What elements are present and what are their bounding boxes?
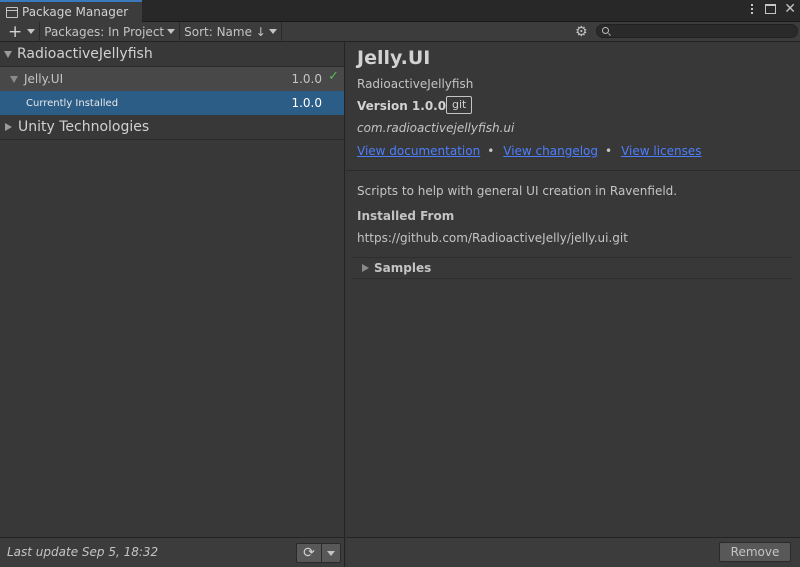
expand-arrow-icon[interactable] [10,75,18,83]
collapse-arrow-icon [362,264,369,272]
tab-title: Package Manager [22,5,129,19]
package-version-label: Version 1.0.0 [357,99,447,113]
samples-foldout[interactable]: Samples [353,257,791,279]
window-buttons: ✕ [747,2,796,16]
packages-filter-dropdown[interactable]: Packages: In Project [40,21,181,42]
sort-label: Sort: Name ↓ [184,24,266,39]
chevron-down-icon [27,29,36,34]
package-version: 1.0.0 [291,72,322,86]
search-icon [602,27,609,34]
link-separator: • [487,144,495,158]
gear-icon[interactable]: ⚙ [575,24,588,40]
package-title: Jelly.UI [357,47,431,69]
samples-label: Samples [374,261,432,275]
package-row-jelly-ui[interactable]: Jelly.UI 1.0.0 ✓ [0,67,344,91]
package-name: Jelly.UI [24,72,64,86]
kebab-menu-icon[interactable] [747,4,757,14]
link-separator: • [605,144,613,158]
refresh-dropdown-button[interactable] [322,543,341,563]
refresh-icon: ⟳ [303,545,315,561]
package-author: RadioactiveJellyfish [357,77,474,91]
window-titlebar: Package Manager ✕ [0,0,800,22]
group-name: RadioactiveJellyfish [17,46,153,62]
installed-label: Currently Installed [26,97,119,109]
view-changelog-link[interactable]: View changelog [503,144,598,158]
sort-dropdown[interactable]: Sort: Name ↓ [180,21,282,42]
remove-button[interactable]: Remove [719,542,791,562]
package-description: Scripts to help with general UI creation… [357,184,678,198]
group-unity-technologies[interactable]: Unity Technologies [0,115,344,140]
version-row-installed[interactable]: Currently Installed 1.0.0 [0,91,344,115]
view-documentation-link[interactable]: View documentation [357,144,480,158]
search-input[interactable] [596,24,798,38]
list-footer: Last update Sep 5, 18:32 ⟳ [0,537,345,567]
collapse-arrow-icon[interactable] [5,123,12,131]
chevron-down-icon [268,29,277,34]
installed-version: 1.0.0 [291,96,322,110]
view-licenses-link[interactable]: View licenses [621,144,701,158]
expand-arrow-icon[interactable] [4,50,12,58]
tab-package-manager[interactable]: Package Manager [0,0,142,22]
details-footer: Remove [346,537,800,567]
checkmark-icon: ✓ [328,69,339,84]
last-update-text: Last update Sep 5, 18:32 [7,545,159,559]
refresh-button[interactable]: ⟳ [296,543,322,563]
source-badge: git [446,96,473,114]
group-name: Unity Technologies [18,119,150,135]
package-links: View documentation • View changelog • Vi… [357,144,702,158]
maximize-icon[interactable] [765,4,777,14]
package-icon [6,6,18,18]
close-icon[interactable]: ✕ [784,2,796,16]
package-details: Jelly.UI RadioactiveJellyfish Version 1.… [346,42,800,537]
installed-from-label: Installed From [357,209,455,223]
packages-filter-label: Packages: In Project [44,24,165,39]
installed-from-url: https://github.com/RadioactiveJelly/jell… [357,231,628,245]
group-radioactivejellyfish[interactable]: RadioactiveJellyfish [0,42,344,67]
details-header: Jelly.UI RadioactiveJellyfish Version 1.… [346,42,800,171]
package-id: com.radioactivejellyfish.ui [357,121,515,135]
package-list: RadioactiveJellyfish Jelly.UI 1.0.0 ✓ Cu… [0,42,345,537]
add-package-button[interactable]: + [0,21,41,42]
chevron-down-icon [167,29,176,34]
plus-icon: + [8,21,23,42]
